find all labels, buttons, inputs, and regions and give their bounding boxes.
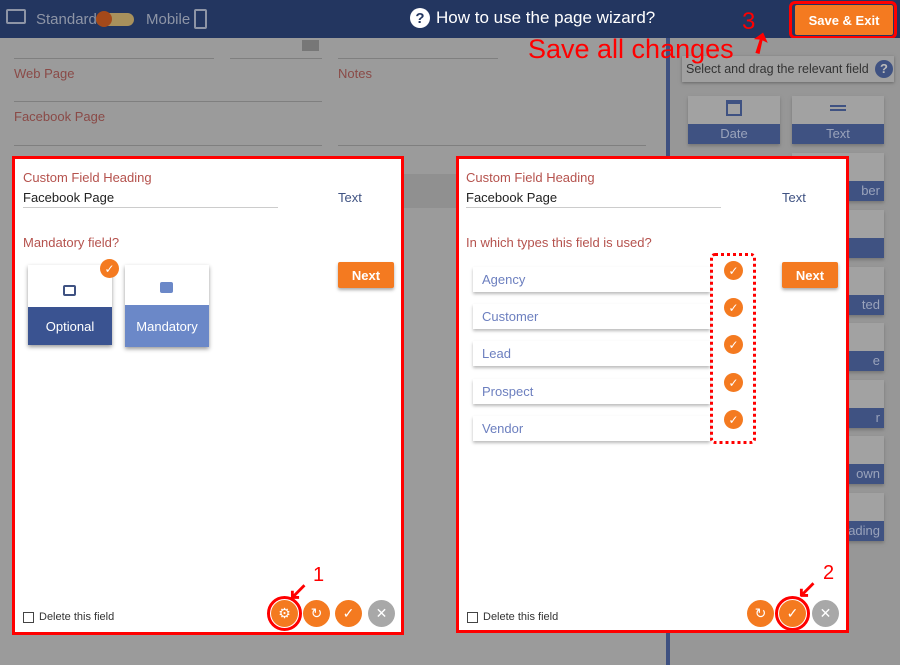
delete-field-checkbox[interactable]: Delete this field (467, 611, 558, 623)
standard-label: Standard (36, 11, 97, 28)
heading-label: Custom Field Heading (23, 170, 152, 185)
mobile-icon[interactable] (194, 9, 207, 29)
heading-label: Custom Field Heading (466, 170, 595, 185)
wizard-help[interactable]: ? How to use the page wizard? (410, 8, 655, 28)
mobile-label: Mobile (146, 11, 191, 28)
type-customer[interactable]: Customer (473, 304, 710, 329)
field-type: Text (338, 190, 362, 205)
calendar-icon (726, 100, 742, 116)
page-title: How to use the page wizard? (436, 8, 656, 27)
option-mandatory[interactable]: Mandatory (125, 265, 209, 347)
add-icon[interactable] (302, 40, 319, 51)
annotation-text: Save all changes (528, 34, 734, 64)
toggle-knob[interactable] (96, 11, 112, 27)
web-page-label: Web Page (14, 66, 75, 81)
annotation-number: 1 (313, 564, 325, 586)
delete-field-checkbox[interactable]: Delete this field (23, 611, 114, 623)
lock-icon (160, 282, 173, 293)
notes-label: Notes (338, 66, 372, 81)
arrow-icon: ↙ (288, 578, 309, 605)
confirm-button[interactable]: ✓ (335, 600, 362, 627)
arrow-icon: ↙ (797, 576, 818, 603)
undo-icon: ↻ (754, 605, 767, 621)
undo-icon: ↻ (310, 605, 323, 621)
field-type: Text (782, 190, 806, 205)
next-button[interactable]: Next (782, 262, 838, 288)
close-button[interactable]: ✕ (368, 600, 395, 627)
type-vendor[interactable]: Vendor (473, 416, 710, 441)
type-prospect[interactable]: Prospect (473, 379, 710, 404)
help-icon: ? (410, 8, 430, 28)
close-button[interactable]: ✕ (812, 600, 839, 627)
tile-date[interactable]: Date (688, 96, 780, 144)
check-icon: ✓ (342, 605, 355, 621)
unlock-icon (63, 285, 76, 296)
facebook-page-label: Facebook Page (14, 109, 106, 124)
heading-input[interactable]: Facebook Page (23, 190, 278, 208)
help-icon[interactable]: ? (875, 60, 893, 78)
field-settings-card: Custom Field Heading Facebook Page Text … (12, 156, 404, 635)
next-button[interactable]: Next (338, 262, 394, 288)
mandatory-question: Mandatory field? (23, 235, 120, 250)
type-agency[interactable]: Agency (473, 267, 710, 292)
heading-input[interactable]: Facebook Page (466, 190, 721, 208)
tile-text[interactable]: Text (792, 96, 884, 144)
close-icon: ✕ (819, 605, 832, 621)
type-lead[interactable]: Lead (473, 341, 710, 366)
close-icon: ✕ (375, 605, 388, 621)
field-types-card: Custom Field Heading Facebook Page Text … (456, 156, 849, 633)
desktop-icon[interactable] (6, 9, 26, 24)
types-question: In which types this field is used? (466, 235, 652, 250)
text-icon (830, 105, 846, 107)
option-optional[interactable]: Optional (28, 265, 112, 345)
reset-button[interactable]: ↻ (747, 600, 774, 627)
check-icon: ✓ (100, 259, 119, 278)
annotation-number: 2 (823, 562, 835, 584)
annotation-box (789, 1, 897, 39)
